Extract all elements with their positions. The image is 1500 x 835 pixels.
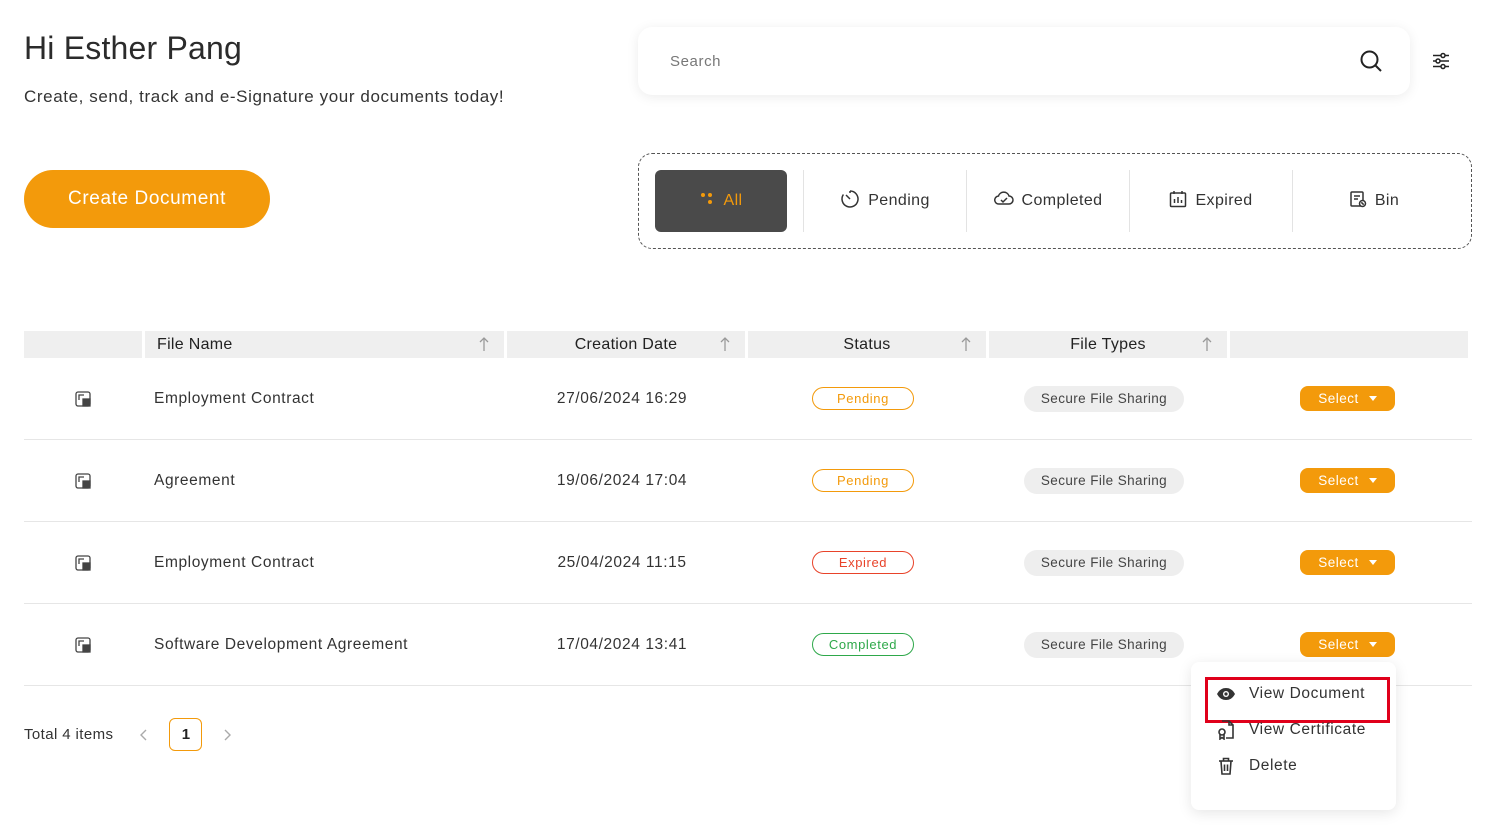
total-items-label: Total 4 items (24, 726, 114, 743)
page-title: Hi Esther Pang (24, 30, 243, 66)
menu-item-label: View Document (1249, 685, 1366, 702)
menu-item-view-document[interactable]: View Document (1191, 676, 1396, 723)
creation-date-cell: 19/06/2024 17:04 (556, 471, 688, 489)
tab-pending[interactable]: Pending (804, 170, 966, 232)
eye-icon (1215, 683, 1237, 705)
search-input[interactable] (670, 52, 1358, 70)
table-row: Employment Contract 27/06/2024 16:29 Pen… (24, 358, 1472, 440)
column-header-actions (1230, 331, 1468, 358)
tab-label: Pending (868, 192, 930, 209)
tab-bin[interactable]: Bin (1293, 170, 1455, 232)
file-name-cell[interactable]: Employment Contract (142, 390, 502, 408)
tab-expired[interactable]: Expired (1130, 170, 1292, 232)
next-page-icon[interactable] (218, 729, 236, 741)
tab-all[interactable]: All (655, 170, 787, 232)
certificate-icon (1215, 719, 1237, 741)
column-header-file-name[interactable]: File Name (145, 331, 504, 358)
document-thumbnail-icon[interactable] (24, 554, 142, 571)
tab-completed[interactable]: Completed (967, 170, 1129, 232)
document-thumbnail-icon[interactable] (24, 636, 142, 653)
table-row: Agreement 19/06/2024 17:04 Pending Secur… (24, 440, 1472, 522)
chevron-down-icon (1368, 560, 1377, 565)
search-box (638, 27, 1410, 95)
calendar-chart-icon (1169, 190, 1187, 213)
file-type-pill: Secure File Sharing (1024, 467, 1184, 494)
timer-icon (840, 189, 860, 214)
page-number-button[interactable]: 1 (169, 718, 203, 751)
creation-date-cell: 17/04/2024 13:41 (556, 635, 688, 653)
file-name-cell[interactable]: Software Development Agreement (142, 636, 502, 654)
chevron-down-icon (1368, 478, 1377, 483)
document-thumbnail-icon[interactable] (24, 472, 142, 489)
column-header-status[interactable]: Status (748, 331, 986, 358)
tab-label: Expired (1195, 192, 1253, 209)
tab-label: Bin (1374, 192, 1400, 209)
documents-table: File Name Creation Date Status File Type… (24, 331, 1472, 686)
menu-item-label: Delete (1249, 757, 1298, 774)
status-badge: Completed (812, 633, 914, 656)
file-type-pill: Secure File Sharing (1024, 549, 1184, 576)
column-header-creation-date[interactable]: Creation Date (507, 331, 745, 358)
sort-arrow-icon[interactable] (719, 336, 731, 352)
filter-settings-icon[interactable] (1430, 50, 1452, 72)
select-action-button[interactable]: Select (1300, 550, 1395, 575)
select-action-button[interactable]: Select (1300, 468, 1395, 493)
dots-grid-icon (700, 192, 716, 211)
greeting-block: Hi Esther Pang Create, send, track and e… (24, 30, 504, 107)
menu-item-delete[interactable]: Delete (1191, 748, 1396, 784)
table-header: File Name Creation Date Status File Type… (24, 331, 1472, 358)
status-filter-tabs: All Pending Completed Expired Bin (638, 153, 1472, 249)
status-badge: Pending (812, 387, 914, 410)
sort-arrow-icon[interactable] (1201, 336, 1213, 352)
sort-arrow-icon[interactable] (478, 336, 490, 352)
chevron-down-icon (1368, 396, 1377, 401)
prev-page-icon[interactable] (135, 729, 153, 741)
table-row: Employment Contract 25/04/2024 11:15 Exp… (24, 522, 1472, 604)
file-name-cell[interactable]: Agreement (142, 472, 502, 490)
status-badge: Expired (812, 551, 914, 574)
file-name-cell[interactable]: Employment Contract (142, 554, 502, 572)
cloud-check-icon (993, 190, 1014, 212)
menu-item-view-certificate[interactable]: View Certificate (1191, 712, 1396, 748)
creation-date-cell: 27/06/2024 16:29 (556, 389, 688, 407)
tab-label: All (723, 192, 743, 209)
creation-date-cell: 25/04/2024 11:15 (557, 553, 687, 571)
pagination: Total 4 items 1 (24, 718, 236, 751)
select-action-button[interactable]: Select (1300, 386, 1395, 411)
status-badge: Pending (812, 469, 914, 492)
row-action-menu: View Document View Certificate Delete (1191, 662, 1396, 810)
column-header-file-types[interactable]: File Types (989, 331, 1227, 358)
menu-item-label: View Certificate (1249, 721, 1366, 738)
create-document-button[interactable]: Create Document (24, 170, 270, 228)
select-action-button[interactable]: Select (1300, 632, 1395, 657)
column-header-icon (24, 331, 142, 358)
document-thumbnail-icon[interactable] (24, 390, 142, 407)
page-subtitle: Create, send, track and e-Signature your… (24, 87, 505, 106)
file-type-pill: Secure File Sharing (1024, 631, 1184, 658)
trash-icon (1215, 755, 1237, 777)
search-icon[interactable] (1358, 48, 1384, 74)
file-type-pill: Secure File Sharing (1024, 385, 1184, 412)
sort-arrow-icon[interactable] (960, 336, 972, 352)
bin-icon (1349, 190, 1367, 213)
chevron-down-icon (1368, 642, 1377, 647)
tab-label: Completed (1021, 192, 1103, 209)
